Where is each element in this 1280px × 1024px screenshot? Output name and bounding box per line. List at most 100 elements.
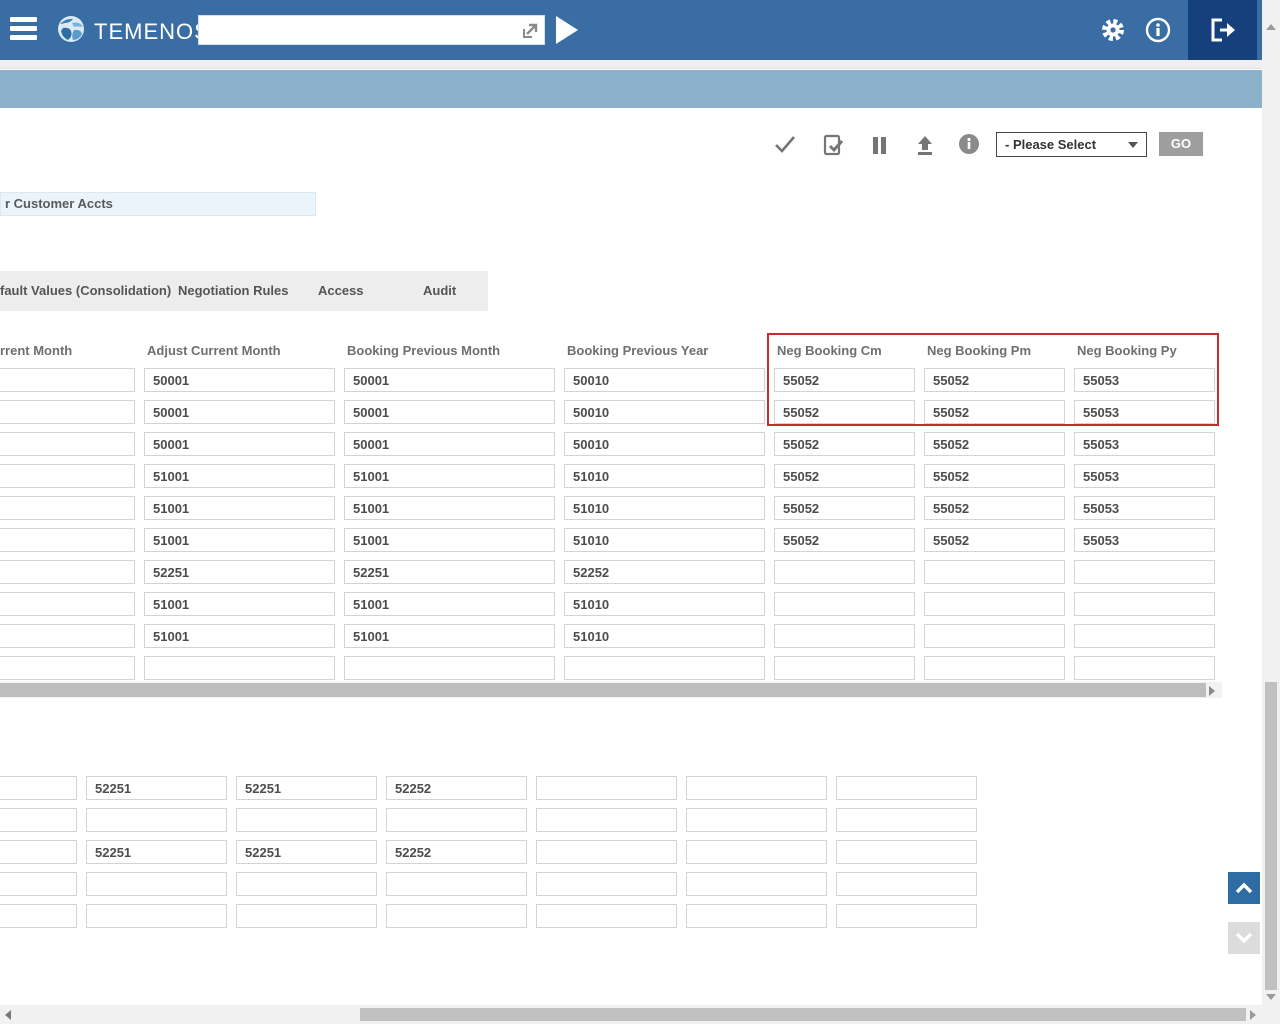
cell-input[interactable]: [144, 560, 335, 584]
cell-input[interactable]: [564, 624, 765, 648]
cell-input[interactable]: [564, 592, 765, 616]
cell-input[interactable]: [86, 904, 227, 928]
cell-input[interactable]: [1074, 656, 1215, 680]
cell-input[interactable]: [836, 840, 977, 864]
cell-input[interactable]: [86, 872, 227, 896]
cell-input[interactable]: [536, 776, 677, 800]
cell-input[interactable]: [564, 656, 765, 680]
cell-input[interactable]: [236, 904, 377, 928]
cell-input[interactable]: [774, 528, 915, 552]
cell-input[interactable]: [144, 528, 335, 552]
cell-input[interactable]: [344, 496, 555, 520]
tab-negotiation-rules[interactable]: Negotiation Rules: [178, 271, 289, 311]
cell-input[interactable]: [774, 592, 915, 616]
cell-input[interactable]: [1074, 528, 1215, 552]
cell-input[interactable]: [536, 872, 677, 896]
vscroll-thumb[interactable]: [1265, 682, 1277, 990]
tab-access[interactable]: Access: [318, 271, 364, 311]
cell-input[interactable]: [836, 872, 977, 896]
cell-input[interactable]: [344, 656, 555, 680]
info-tool-icon[interactable]: [958, 133, 982, 157]
cell-input[interactable]: [924, 528, 1065, 552]
cell-input[interactable]: [86, 808, 227, 832]
cell-input[interactable]: [344, 624, 555, 648]
cell-input[interactable]: [924, 400, 1065, 424]
cell-input[interactable]: [564, 496, 765, 520]
logout-icon[interactable]: [1210, 17, 1238, 48]
cell-input[interactable]: [536, 840, 677, 864]
cell-input[interactable]: [774, 368, 915, 392]
action-select[interactable]: - Please Select: [996, 132, 1147, 157]
vscroll-up-icon[interactable]: [1266, 24, 1276, 30]
cell-input[interactable]: [836, 776, 977, 800]
cell-input[interactable]: [924, 496, 1065, 520]
cell-input[interactable]: [236, 840, 377, 864]
tab-audit[interactable]: Audit: [423, 271, 456, 311]
cell-input[interactable]: [0, 528, 135, 552]
cell-input[interactable]: [564, 400, 765, 424]
cell-input[interactable]: [0, 432, 135, 456]
cell-input[interactable]: [836, 808, 977, 832]
cell-input[interactable]: [0, 776, 77, 800]
cell-input[interactable]: [0, 904, 77, 928]
cell-input[interactable]: [236, 872, 377, 896]
menu-icon[interactable]: [10, 17, 37, 43]
cell-input[interactable]: [0, 872, 77, 896]
cell-input[interactable]: [0, 840, 77, 864]
scroll-to-bottom-button[interactable]: [1228, 922, 1260, 954]
cell-input[interactable]: [564, 368, 765, 392]
cell-input[interactable]: [144, 496, 335, 520]
cell-input[interactable]: [0, 656, 135, 680]
cell-input[interactable]: [774, 560, 915, 584]
cell-input[interactable]: [686, 904, 827, 928]
cell-input[interactable]: [924, 656, 1065, 680]
cell-input[interactable]: [344, 560, 555, 584]
cell-input[interactable]: [386, 904, 527, 928]
cell-input[interactable]: [0, 560, 135, 584]
cell-input[interactable]: [0, 624, 135, 648]
cell-input[interactable]: [1074, 560, 1215, 584]
cell-input[interactable]: [144, 464, 335, 488]
cell-input[interactable]: [344, 528, 555, 552]
cell-input[interactable]: [686, 872, 827, 896]
cell-input[interactable]: [564, 464, 765, 488]
cell-input[interactable]: [564, 560, 765, 584]
cell-input[interactable]: [144, 432, 335, 456]
cell-input[interactable]: [564, 528, 765, 552]
cell-input[interactable]: [344, 592, 555, 616]
cell-input[interactable]: [236, 776, 377, 800]
cell-input[interactable]: [1074, 624, 1215, 648]
commit-icon[interactable]: [773, 132, 797, 156]
cell-input[interactable]: [0, 400, 135, 424]
cell-input[interactable]: [86, 776, 227, 800]
cell-input[interactable]: [386, 776, 527, 800]
cell-input[interactable]: [1074, 400, 1215, 424]
cell-input[interactable]: [774, 624, 915, 648]
cell-input[interactable]: [144, 656, 335, 680]
cell-input[interactable]: [924, 432, 1065, 456]
cell-input[interactable]: [774, 400, 915, 424]
scroll-to-top-button[interactable]: [1228, 872, 1260, 904]
cell-input[interactable]: [344, 400, 555, 424]
cell-input[interactable]: [0, 464, 135, 488]
table-hscroll-right-icon[interactable]: [1209, 686, 1215, 696]
cell-input[interactable]: [1074, 368, 1215, 392]
command-input[interactable]: [203, 17, 513, 43]
cell-input[interactable]: [1074, 464, 1215, 488]
cell-input[interactable]: [686, 776, 827, 800]
go-button[interactable]: GO: [1159, 132, 1203, 156]
cell-input[interactable]: [836, 904, 977, 928]
hscroll-right-icon[interactable]: [1250, 1010, 1256, 1020]
cell-input[interactable]: [924, 592, 1065, 616]
cell-input[interactable]: [924, 368, 1065, 392]
cell-input[interactable]: [144, 368, 335, 392]
cell-input[interactable]: [686, 840, 827, 864]
cell-input[interactable]: [144, 400, 335, 424]
cell-input[interactable]: [386, 872, 527, 896]
cell-input[interactable]: [0, 496, 135, 520]
validate-icon[interactable]: [821, 133, 845, 157]
cell-input[interactable]: [236, 808, 377, 832]
cell-input[interactable]: [924, 464, 1065, 488]
gear-icon[interactable]: [1100, 17, 1126, 43]
window-hscrollbar[interactable]: [0, 1005, 1262, 1024]
